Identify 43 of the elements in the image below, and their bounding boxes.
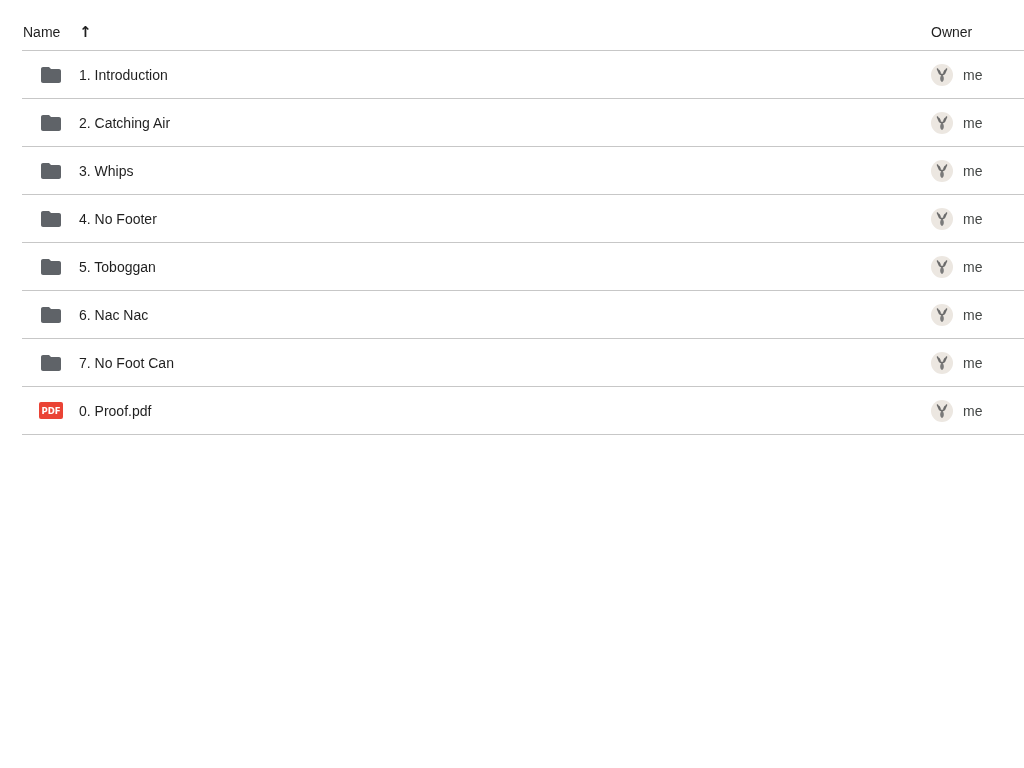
avatar-icon: [931, 303, 953, 326]
file-row[interactable]: 3. Whips me: [22, 147, 1024, 195]
sort-arrow-button[interactable]: ↑: [79, 22, 92, 41]
avatar-icon: [931, 255, 953, 278]
file-row[interactable]: PDF 0. Proof.pdf me: [22, 387, 1024, 435]
owner-name: me: [963, 114, 983, 131]
file-name: 5. Toboggan: [79, 258, 156, 275]
owner-name: me: [963, 354, 983, 371]
folder-icon: [41, 210, 61, 227]
owner-name: me: [963, 162, 983, 179]
folder-icon: [41, 66, 61, 83]
avatar-icon: [931, 159, 953, 182]
owner-name: me: [963, 258, 983, 275]
file-name: 6. Nac Nac: [79, 306, 149, 323]
folder-icon: [41, 114, 61, 131]
avatar-icon: [931, 399, 953, 422]
owner-name: me: [963, 402, 983, 419]
owner-name: me: [963, 210, 983, 227]
file-row[interactable]: 1. Introduction me: [22, 51, 1024, 99]
file-row[interactable]: 7. No Foot Can me: [22, 339, 1024, 387]
avatar-icon: [931, 351, 953, 374]
file-name: 7. No Foot Can: [79, 354, 174, 371]
folder-icon: [41, 258, 61, 275]
folder-icon: [41, 162, 61, 179]
file-name: 0. Proof.pdf: [79, 402, 152, 419]
owner-name: me: [963, 66, 983, 83]
file-name: 2. Catching Air: [79, 114, 171, 131]
folder-icon: [41, 306, 61, 323]
file-name: 3. Whips: [79, 162, 134, 179]
folder-icon: [41, 354, 61, 371]
file-row[interactable]: 4. No Footer me: [22, 195, 1024, 243]
file-name: 4. No Footer: [79, 210, 157, 227]
file-row[interactable]: 2. Catching Air me: [22, 99, 1024, 147]
file-row[interactable]: 6. Nac Nac me: [22, 291, 1024, 339]
avatar-icon: [931, 63, 953, 86]
column-header[interactable]: Owner: [931, 23, 973, 40]
avatar-icon: [931, 207, 953, 230]
pdf-file-icon: PDF: [39, 402, 63, 419]
owner-name: me: [963, 306, 983, 323]
file-name: 1. Introduction: [79, 66, 168, 83]
avatar-icon: [931, 111, 953, 134]
file-row[interactable]: 5. Toboggan me: [22, 243, 1024, 291]
column-header[interactable]: Name: [23, 23, 61, 40]
